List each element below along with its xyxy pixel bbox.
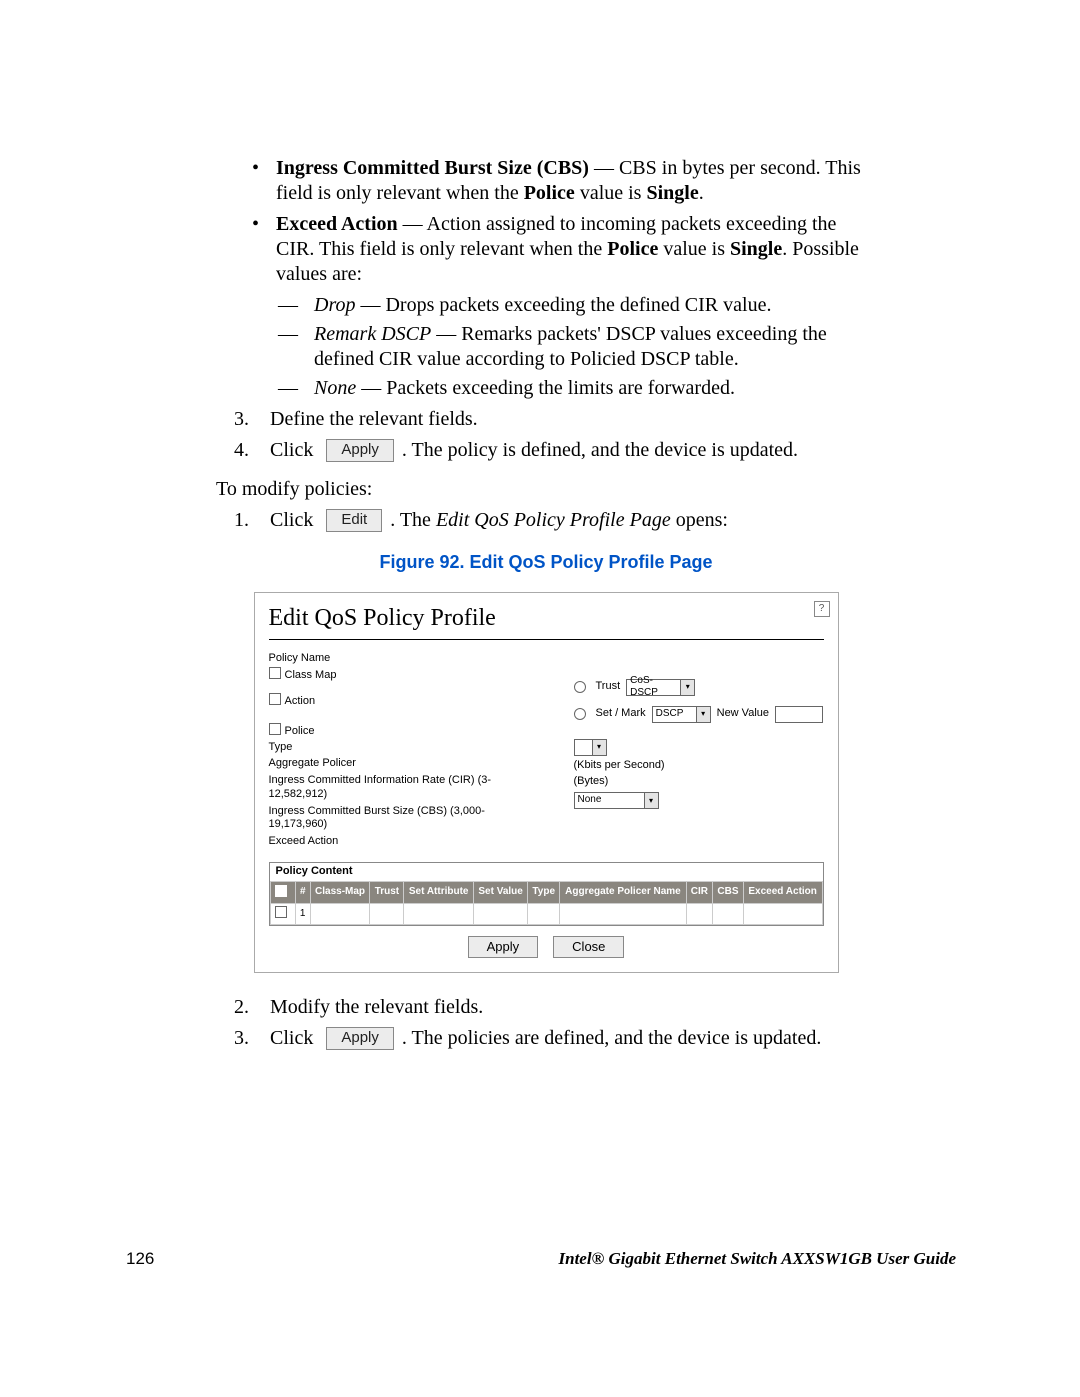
chevron-down-icon: ▾ [680,680,694,695]
dialog-close-button[interactable]: Close [553,936,624,958]
exceed-action-label: Exceed Action [269,835,339,849]
aggregate-policer-label: Aggregate Policer [269,757,356,771]
chevron-down-icon: ▾ [696,707,710,722]
cbs-label2: Ingress Committed Burst Size (CBS) (3,00… [269,805,524,833]
modify-step-1: 1. Click Edit. The Edit QoS Policy Profi… [234,508,876,533]
modify-intro: To modify policies: [216,477,876,502]
setmark-select[interactable]: DSCP▾ [652,706,711,723]
ea-opt-none: — None — Packets exceeding the limits ar… [278,376,876,401]
page-footer: 126 Intel® Gigabit Ethernet Switch AXXSW… [126,1249,956,1269]
bullet-cbs: • Ingress Committed Burst Size (CBS) — C… [252,156,876,206]
table-row: 1 [270,904,822,925]
trust-radio[interactable] [574,681,586,693]
cbs-label: Ingress Committed Burst Size (CBS) [276,157,589,179]
figure-caption: Figure 92. Edit QoS Policy Profile Page [216,551,876,574]
page-body: • Ingress Committed Burst Size (CBS) — C… [216,150,876,1057]
policy-name-label: Policy Name [269,652,524,666]
setmark-radio[interactable] [574,708,586,720]
dialog-apply-button[interactable]: Apply [468,936,539,958]
action-checkbox[interactable] [269,693,281,705]
ea-opt-remark: — Remark DSCP — Remarks packets' DSCP va… [278,322,876,372]
dialog-title: Edit QoS Policy Profile [269,603,824,640]
help-icon[interactable]: ? [814,601,830,617]
bullet-exceed-action: • Exceed Action — Action assigned to inc… [252,212,876,287]
modify-step-2: 2. Modify the relevant fields. [234,995,876,1020]
class-map-checkbox[interactable] [269,667,281,679]
step-4: 4. Click Apply. The policy is defined, a… [234,438,876,463]
page-number: 126 [126,1249,154,1269]
trust-select[interactable]: CoS-DSCP▾ [626,679,695,696]
policy-content-table: # Class-Map Trust Set Attribute Set Valu… [270,881,823,925]
edit-qos-policy-profile-dialog: ? Edit QoS Policy Profile Policy Name Cl… [254,592,839,973]
aggregate-policer-select[interactable]: ▾ [574,739,607,756]
police-checkbox[interactable] [269,723,281,735]
document-title: Intel® Gigabit Ethernet Switch AXXSW1GB … [559,1249,956,1269]
new-value-input[interactable] [775,706,823,723]
chevron-down-icon: ▾ [644,793,658,808]
chevron-down-icon: ▾ [592,740,606,755]
step-3: 3. Define the relevant fields. [234,407,876,432]
ea-label: Exceed Action [276,213,398,235]
row-checkbox[interactable] [275,906,287,918]
select-all-checkbox[interactable] [275,885,287,897]
edit-button-inline[interactable]: Edit [326,509,382,532]
policy-content-heading: Policy Content [270,863,823,881]
cir-unit: (Kbits per Second) [574,759,665,773]
exceed-action-select[interactable]: None▾ [574,792,659,809]
cir-label: Ingress Committed Information Rate (CIR)… [269,774,524,802]
apply-button-inline-1[interactable]: Apply [326,439,394,462]
cbs-unit: (Bytes) [574,775,609,789]
apply-button-inline-2[interactable]: Apply [326,1027,394,1050]
modify-step-3: 3. Click Apply. The policies are defined… [234,1026,876,1051]
policy-content-panel: Policy Content # Class-Map Trust Set Att… [269,862,824,926]
type-label: Type [269,741,524,755]
ea-opt-drop: — Drop — Drops packets exceeding the def… [278,293,876,318]
